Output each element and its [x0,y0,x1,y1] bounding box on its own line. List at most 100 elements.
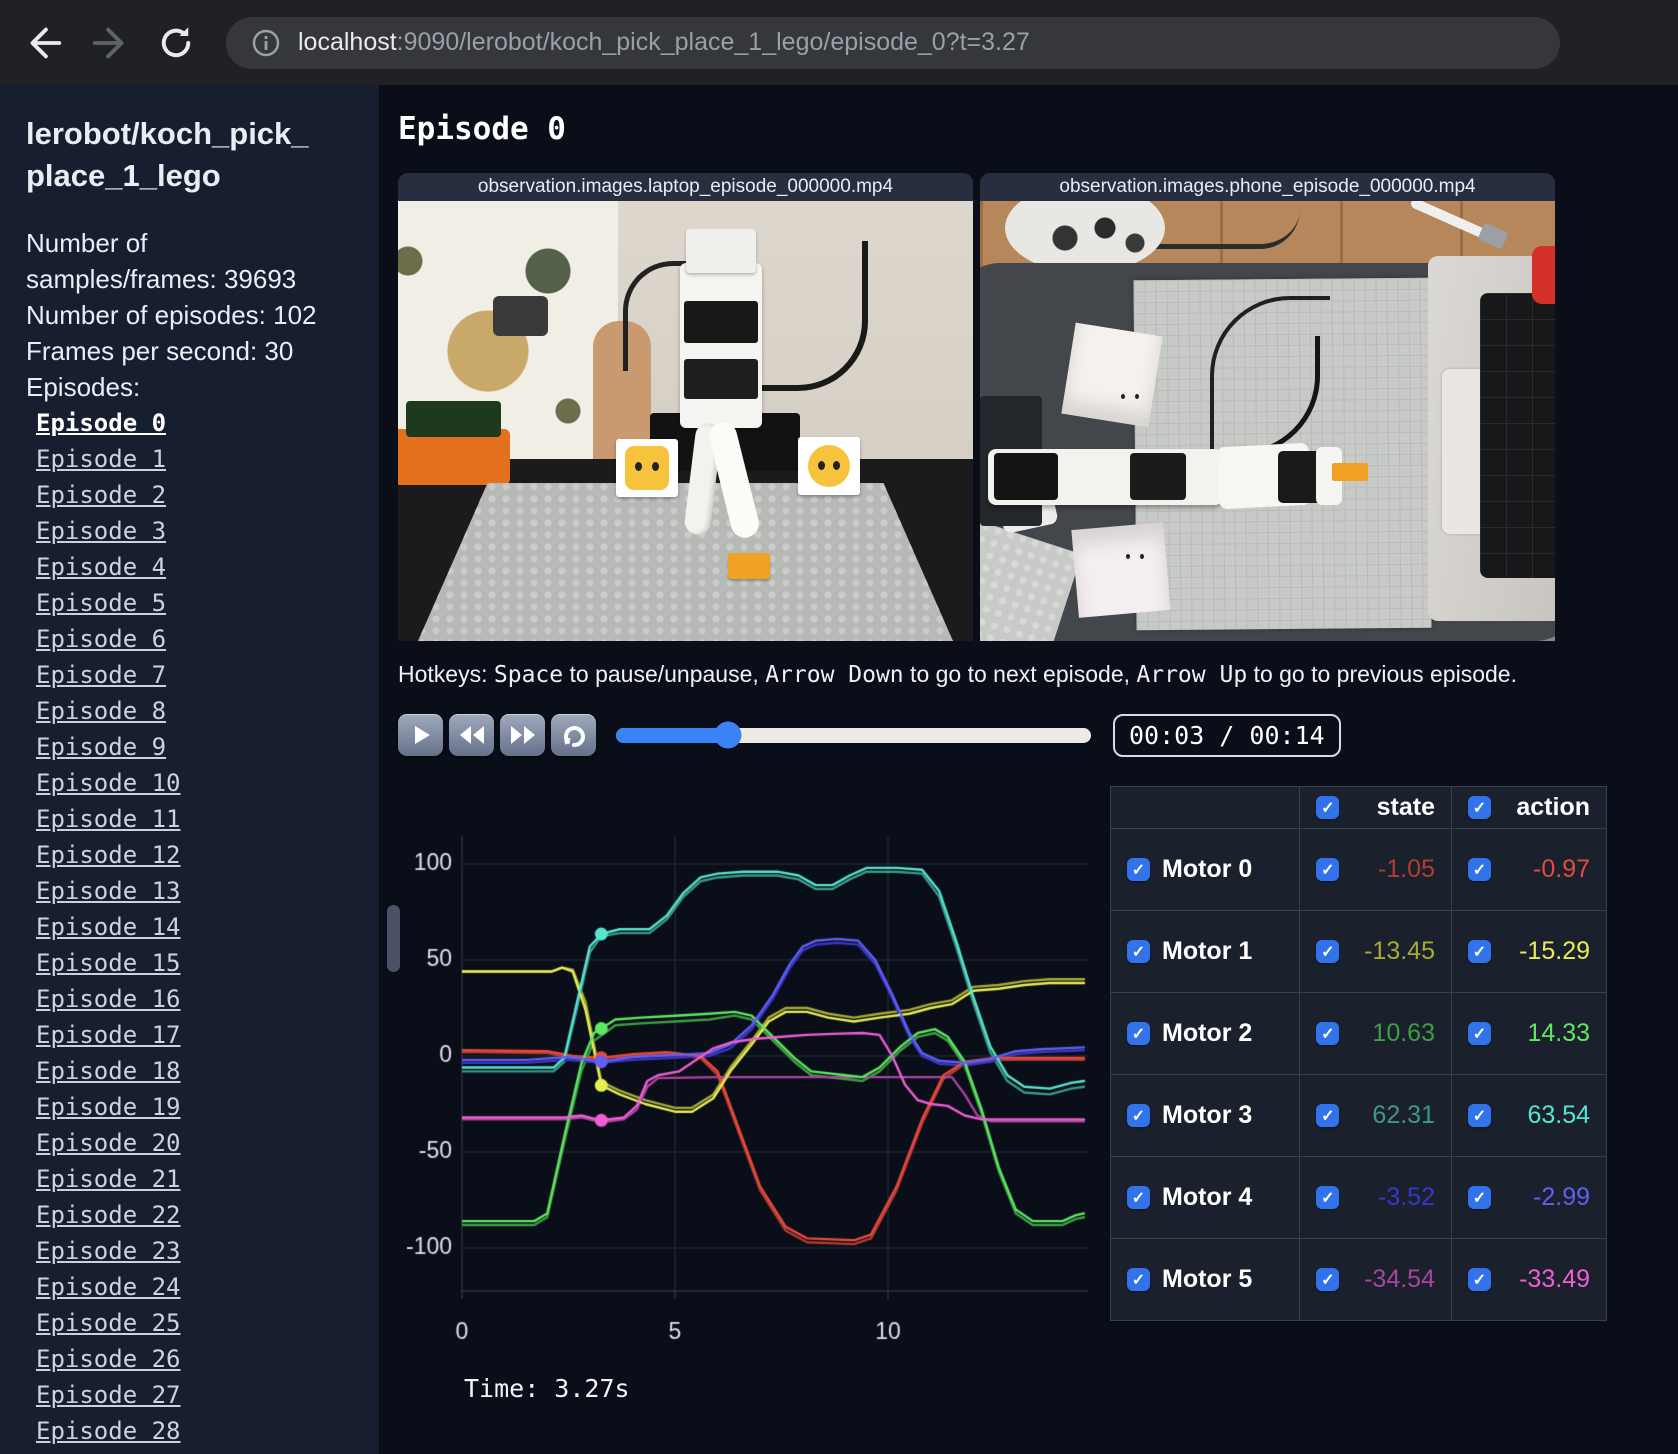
episode-link[interactable]: Episode 18 [36,1053,359,1089]
red-object [1532,246,1555,304]
episode-link[interactable]: Episode 13 [36,873,359,909]
episode-link[interactable]: Episode 27 [36,1377,359,1413]
episode-link[interactable]: Episode 5 [36,585,359,621]
back-button[interactable] [18,17,70,69]
robot-camera-head [686,229,756,273]
forward-arrow-icon [92,27,124,58]
state-column-checkbox[interactable] [1316,796,1340,819]
motor-row: Motor 4 -3.52 -2.99 [1109,1156,1608,1239]
dataset-info: Number of samples/frames: 39693 Number o… [26,225,326,405]
episode-link[interactable]: Episode 12 [36,837,359,873]
state-cell: -1.05 [1299,828,1452,911]
robot-motor [1130,453,1186,500]
checkbox[interactable] [1127,1268,1150,1291]
episode-link[interactable]: Episode 11 [36,801,359,837]
episode-link[interactable]: Episode 28 [36,1413,359,1449]
episode-link[interactable]: Episode 19 [36,1089,359,1125]
checkbox[interactable] [1127,1186,1150,1209]
video-phone[interactable]: observation.images.phone_episode_000000.… [980,173,1555,641]
video-phone-frame[interactable] [980,201,1555,641]
seek-slider[interactable] [616,721,1091,749]
episode-link[interactable]: Episode 15 [36,945,359,981]
motor-label: Motor 1 [1162,937,1253,965]
episode-link[interactable]: Episode 7 [36,657,359,693]
episode-link[interactable]: Episode 9 [36,729,359,765]
site-info-icon[interactable] [248,25,284,61]
episode-link[interactable]: Episode 23 [36,1233,359,1269]
motor-label: Motor 3 [1162,1101,1253,1129]
video-laptop-frame[interactable] [398,201,973,641]
time-display: 00:03 / 00:14 [1113,713,1341,757]
motor-label-cell: Motor 0 [1109,828,1301,911]
fast-forward-icon [510,726,535,744]
checkbox[interactable] [1467,1022,1491,1045]
episode-link[interactable]: Episode 17 [36,1017,359,1053]
panda-card [616,439,678,497]
checkbox[interactable] [1467,1268,1491,1291]
playback-controls: 00:03 / 00:14 [398,713,1678,757]
checkbox[interactable] [1467,1186,1491,1209]
url-text: localhost:9090/lerobot/koch_pick_place_1… [298,28,1030,56]
orange-lego-brick [1332,463,1368,481]
dataset-title: lerobot/koch_pick_place_1_lego [26,116,309,193]
fast-forward-button[interactable] [500,714,545,756]
checkbox[interactable] [1127,1104,1150,1127]
episode-link[interactable]: Episode 26 [36,1341,359,1377]
loop-button[interactable] [551,714,596,756]
episode-link[interactable]: Episode 24 [36,1269,359,1305]
checkbox[interactable] [1316,1268,1340,1291]
episode-link[interactable]: Episode 6 [36,621,359,657]
action-cell: 63.54 [1450,1074,1608,1157]
episode-link[interactable]: Episode 20 [36,1125,359,1161]
sidebar: lerobot/koch_pick_place_1_lego Number of… [0,85,379,1454]
checkbox[interactable] [1127,940,1150,963]
checkbox[interactable] [1127,1022,1150,1045]
video-laptop[interactable]: observation.images.laptop_episode_000000… [398,173,973,641]
episode-link[interactable]: Episode 21 [36,1161,359,1197]
checkbox[interactable] [1316,1022,1340,1045]
episode-link[interactable]: Episode 22 [36,1197,359,1233]
checkbox[interactable] [1316,1186,1340,1209]
state-value: -13.45 [1364,937,1435,965]
action-value: 63.54 [1527,1101,1590,1129]
state-value: -1.05 [1378,855,1435,883]
episode-link[interactable]: Episode 16 [36,981,359,1017]
checkbox[interactable] [1316,1104,1340,1127]
motor-label-cell: Motor 3 [1109,1074,1301,1157]
rewind-button[interactable] [449,714,494,756]
motor-label-cell: Motor 5 [1109,1238,1301,1321]
state-cell: 62.31 [1299,1074,1452,1157]
seek-slider-thumb[interactable] [714,721,742,749]
checkbox[interactable] [1467,940,1491,963]
forward-button[interactable] [84,17,136,69]
episode-link[interactable]: Episode 3 [36,513,359,549]
motor-row: Motor 2 10.63 14.33 [1109,992,1608,1075]
action-column-checkbox[interactable] [1467,796,1491,819]
scrollbar-thumb[interactable] [387,905,400,972]
url-bar[interactable]: localhost:9090/lerobot/koch_pick_place_1… [226,16,1560,69]
episode-link[interactable]: Episode 10 [36,765,359,801]
motor-table-body: Motor 0-1.05-0.97Motor 1-13.45-15.29Moto… [1109,828,1608,1321]
episode-link[interactable]: Episode 4 [36,549,359,585]
robot-motor [994,453,1058,500]
state-value: 10.63 [1372,1019,1435,1047]
checkbox[interactable] [1316,940,1340,963]
episode-link[interactable]: Episode 2 [36,477,359,513]
state-cell: -3.52 [1299,1156,1452,1239]
state-cell: 10.63 [1299,992,1452,1075]
episode-link[interactable]: Episode 14 [36,909,359,945]
episode-link[interactable]: Episode 25 [36,1305,359,1341]
checkbox[interactable] [1467,1104,1491,1127]
play-button[interactable] [398,714,443,756]
episode-link[interactable]: Episode 8 [36,693,359,729]
motor-label-cell: Motor 4 [1109,1156,1301,1239]
motor-chart [398,786,1098,1361]
checkbox[interactable] [1127,858,1150,881]
state-cell: -13.45 [1299,910,1452,993]
episode-link[interactable]: Episode 1 [36,441,359,477]
checkbox[interactable] [1316,858,1340,881]
motor-table: state action Motor 0 -1.05 -0.97 Motor 1 -13… [1109,786,1608,1321]
checkbox[interactable] [1467,858,1491,881]
episode-link[interactable]: Episode 0 [36,405,359,441]
reload-button[interactable] [150,17,202,69]
